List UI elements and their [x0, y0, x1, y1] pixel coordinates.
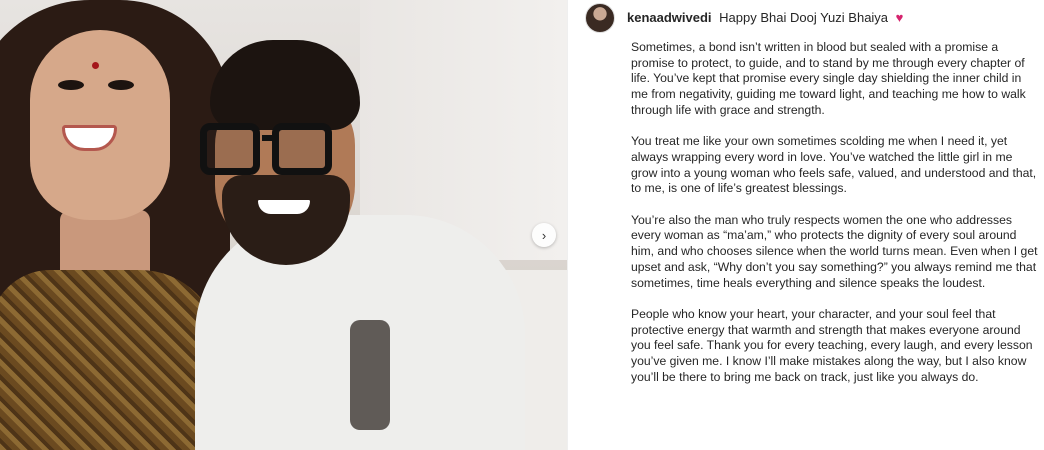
- shirt-print: [350, 320, 390, 430]
- woman-eye: [108, 80, 134, 90]
- caption-paragraph: People who know your heart, your charact…: [631, 306, 1033, 384]
- glasses-left-lens: [200, 123, 260, 175]
- username-link[interactable]: kenaadwivedi: [627, 10, 712, 25]
- glasses-right-lens: [272, 123, 332, 175]
- caption-paragraph: You’re also the man who truly respects w…: [631, 212, 1038, 290]
- carousel-next-button[interactable]: ›: [532, 223, 556, 247]
- instagram-post: › kenaadwivedi Happy Bhai Dooj Yuzi Bhai…: [0, 0, 1044, 450]
- post-header: kenaadwivedi Happy Bhai Dooj Yuzi Bhaiya…: [585, 3, 903, 33]
- header-text: kenaadwivedi Happy Bhai Dooj Yuzi Bhaiya…: [627, 10, 903, 26]
- woman-dress: [0, 270, 220, 450]
- avatar[interactable]: [585, 3, 615, 33]
- caption-panel: kenaadwivedi Happy Bhai Dooj Yuzi Bhaiya…: [567, 0, 1044, 450]
- woman-bindi: [92, 62, 99, 69]
- glasses-bridge: [262, 135, 276, 141]
- caption-text: Sometimes, a bond isn’t written in blood…: [631, 40, 1041, 401]
- chevron-right-icon: ›: [541, 227, 547, 243]
- caption-paragraph: Sometimes, a bond isn’t written in blood…: [631, 40, 1026, 117]
- man-hair: [210, 40, 360, 130]
- post-photo[interactable]: ›: [0, 0, 567, 450]
- woman-eye: [58, 80, 84, 90]
- post-title: Happy Bhai Dooj Yuzi Bhaiya: [719, 10, 889, 25]
- heart-icon: ♥: [895, 10, 904, 25]
- caption-paragraph: You treat me like your own sometimes sco…: [631, 134, 1037, 196]
- man-smile: [258, 200, 310, 214]
